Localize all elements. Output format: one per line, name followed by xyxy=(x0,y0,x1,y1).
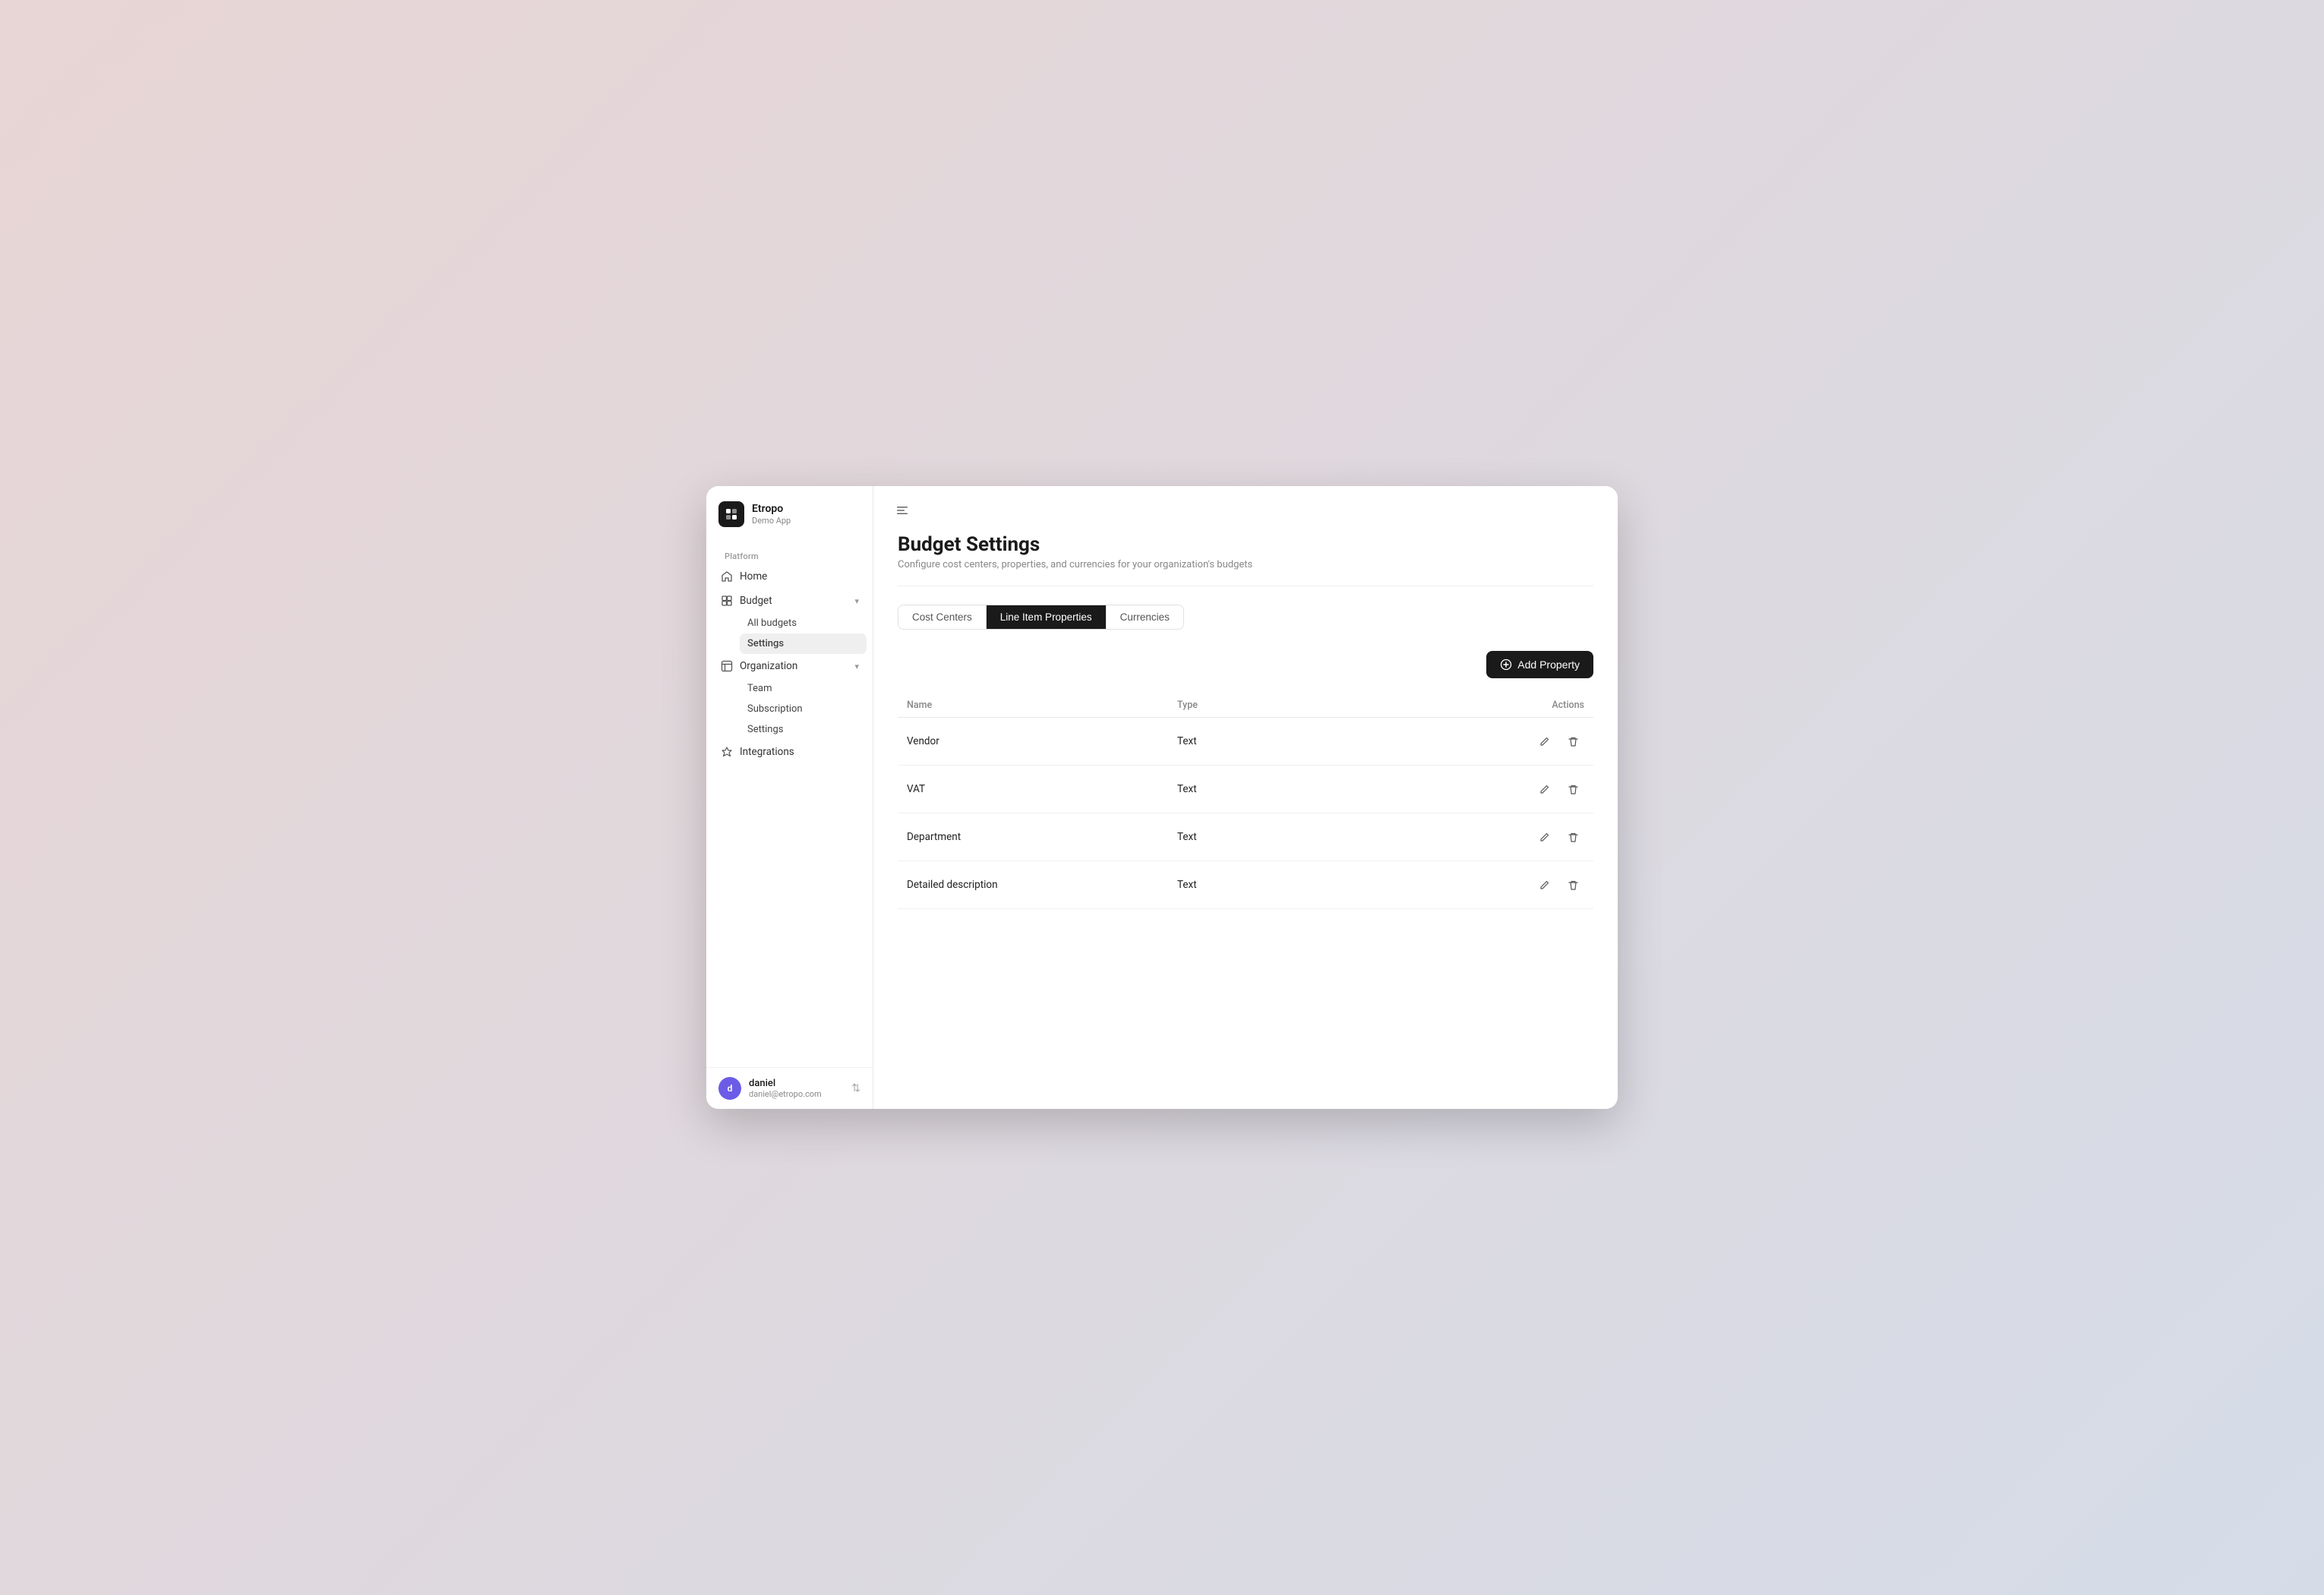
row-actions xyxy=(1448,826,1584,848)
user-details: daniel daniel@etropo.com xyxy=(749,1078,822,1099)
main-content: Budget Settings Configure cost centers, … xyxy=(873,486,1618,1109)
chevron-down-icon-org: ▾ xyxy=(854,662,859,671)
sidebar-item-budget-label: Budget xyxy=(740,595,772,607)
add-property-label: Add Property xyxy=(1517,659,1580,671)
sidebar-item-integrations-label: Integrations xyxy=(740,746,794,758)
sidebar-item-organization[interactable]: Organization ▾ xyxy=(712,654,867,678)
add-property-button[interactable]: Add Property xyxy=(1486,651,1593,678)
page-title: Budget Settings xyxy=(898,533,1593,556)
properties-table: Name Type Actions Vendor Text xyxy=(898,693,1593,909)
row-actions xyxy=(1448,730,1584,753)
app-window: Etropo Demo App Platform Home xyxy=(706,486,1618,1109)
tabs: Cost Centers Line Item Properties Curren… xyxy=(898,605,1184,630)
row-name: Department xyxy=(907,831,1177,843)
sidebar-item-org-label: Organization xyxy=(740,660,797,672)
user-name: daniel xyxy=(749,1078,822,1089)
delete-button[interactable] xyxy=(1561,873,1584,896)
settings-label: Settings xyxy=(747,638,784,649)
row-type: Text xyxy=(1177,879,1448,891)
tab-currencies[interactable]: Currencies xyxy=(1107,605,1183,629)
edit-button[interactable] xyxy=(1533,826,1555,848)
sidebar-item-team[interactable]: Team xyxy=(740,678,867,699)
edit-icon xyxy=(1539,832,1550,843)
delete-button[interactable] xyxy=(1561,730,1584,753)
row-type: Text xyxy=(1177,783,1448,795)
sidebar-item-home[interactable]: Home xyxy=(712,564,867,589)
all-budgets-label: All budgets xyxy=(747,617,797,629)
topbar xyxy=(873,486,1618,521)
sidebar-footer: d daniel daniel@etropo.com ⇅ xyxy=(706,1067,873,1109)
sidebar-toggle-button[interactable] xyxy=(892,500,913,521)
action-bar: Add Property xyxy=(898,651,1593,678)
trash-icon xyxy=(1568,736,1579,747)
tab-line-item-properties[interactable]: Line Item Properties xyxy=(987,605,1107,629)
column-name: Name xyxy=(907,700,1177,711)
user-info: d daniel daniel@etropo.com xyxy=(718,1077,822,1100)
org-icon xyxy=(720,659,734,673)
trash-icon xyxy=(1568,880,1579,891)
content-area: Cost Centers Line Item Properties Curren… xyxy=(873,586,1618,1109)
sidebar-item-integrations[interactable]: Integrations xyxy=(712,740,867,764)
user-email: daniel@etropo.com xyxy=(749,1089,822,1099)
row-type: Text xyxy=(1177,735,1448,747)
column-actions: Actions xyxy=(1448,700,1584,711)
row-actions xyxy=(1448,873,1584,896)
edit-button[interactable] xyxy=(1533,873,1555,896)
budget-icon xyxy=(720,594,734,608)
edit-button[interactable] xyxy=(1533,730,1555,753)
platform-label: Platform xyxy=(712,542,867,564)
sidebar-item-home-label: Home xyxy=(740,570,767,583)
integrations-icon xyxy=(720,745,734,759)
sidebar-nav: Platform Home xyxy=(706,539,873,1067)
sidebar-item-budget[interactable]: Budget ▾ xyxy=(712,589,867,613)
subscription-label: Subscription xyxy=(747,703,803,715)
chevron-down-icon: ▾ xyxy=(854,596,859,606)
trash-icon xyxy=(1568,784,1579,795)
avatar-letter: d xyxy=(728,1083,733,1094)
row-name: Vendor xyxy=(907,735,1177,747)
delete-button[interactable] xyxy=(1561,778,1584,801)
app-name: Etropo xyxy=(752,503,791,516)
table-row: Vendor Text xyxy=(898,718,1593,766)
avatar: d xyxy=(718,1077,741,1100)
app-subtitle: Demo App xyxy=(752,516,791,526)
page-header: Budget Settings Configure cost centers, … xyxy=(873,521,1618,586)
sidebar-item-settings[interactable]: Settings xyxy=(740,633,867,654)
row-type: Text xyxy=(1177,831,1448,843)
home-icon xyxy=(720,570,734,583)
row-name: VAT xyxy=(907,783,1177,795)
org-subnav: Team Subscription Settings xyxy=(712,678,867,740)
edit-button[interactable] xyxy=(1533,778,1555,801)
column-type: Type xyxy=(1177,700,1448,711)
delete-button[interactable] xyxy=(1561,826,1584,848)
row-name: Detailed description xyxy=(907,879,1177,891)
plus-circle-icon xyxy=(1500,659,1512,671)
user-menu-toggle[interactable]: ⇅ xyxy=(851,1082,860,1094)
table-row: VAT Text xyxy=(898,766,1593,813)
table-header: Name Type Actions xyxy=(898,693,1593,718)
table-row: Department Text xyxy=(898,813,1593,861)
tab-cost-centers[interactable]: Cost Centers xyxy=(898,605,987,629)
app-logo xyxy=(718,501,744,527)
team-label: Team xyxy=(747,683,772,694)
sidebar: Etropo Demo App Platform Home xyxy=(706,486,873,1109)
sidebar-item-all-budgets[interactable]: All budgets xyxy=(740,613,867,633)
edit-icon xyxy=(1539,784,1550,795)
sidebar-item-org-settings[interactable]: Settings xyxy=(740,719,867,740)
org-settings-label: Settings xyxy=(747,724,783,735)
app-info: Etropo Demo App xyxy=(752,503,791,526)
budget-subnav: All budgets Settings xyxy=(712,613,867,654)
sidebar-header: Etropo Demo App xyxy=(706,486,873,539)
page-description: Configure cost centers, properties, and … xyxy=(898,559,1593,570)
sidebar-item-subscription[interactable]: Subscription xyxy=(740,699,867,719)
table-row: Detailed description Text xyxy=(898,861,1593,909)
trash-icon xyxy=(1568,832,1579,843)
edit-icon xyxy=(1539,880,1550,891)
edit-icon xyxy=(1539,736,1550,747)
row-actions xyxy=(1448,778,1584,801)
